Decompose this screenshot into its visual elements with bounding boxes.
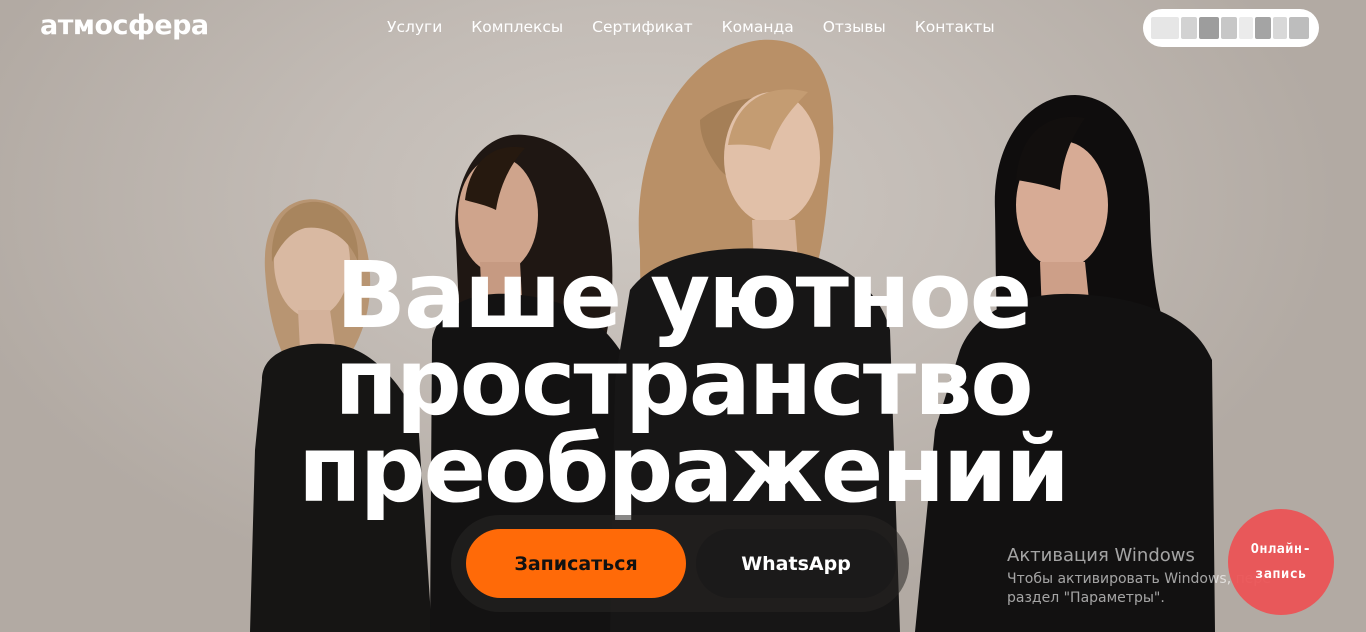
headline-line-1: Ваше уютное xyxy=(335,242,1032,349)
nav-reviews[interactable]: Отзывы xyxy=(823,18,886,36)
headline-line-2: пространство xyxy=(334,329,1033,436)
nav-contacts[interactable]: Контакты xyxy=(915,18,995,36)
nav-services[interactable]: Услуги xyxy=(387,18,442,36)
whatsapp-button[interactable]: WhatsApp xyxy=(696,529,896,598)
nav-packages[interactable]: Комплексы xyxy=(471,18,563,36)
headline-line-3: преображений xyxy=(298,416,1070,523)
main-nav: Услуги Комплексы Сертификат Команда Отзы… xyxy=(387,18,995,36)
site-header: атмосфера Услуги Комплексы Сертификат Ко… xyxy=(0,0,1366,56)
nav-certificate[interactable]: Сертификат xyxy=(592,18,693,36)
online-badge-line-1: Онлайн- xyxy=(1250,541,1312,557)
online-badge-line-2: запись xyxy=(1255,566,1307,582)
header-contact-pill[interactable] xyxy=(1143,9,1319,47)
nav-team[interactable]: Команда xyxy=(722,18,794,36)
watermark-line-2: раздел "Параметры". xyxy=(1007,590,1165,606)
online-booking-button[interactable]: Онлайн- запись xyxy=(1228,509,1334,615)
cta-group: Записаться WhatsApp xyxy=(451,515,909,612)
signup-button[interactable]: Записаться xyxy=(466,529,686,598)
site-logo[interactable]: атмосфера xyxy=(40,10,209,41)
hero-headline: Ваше уютное пространство преображений xyxy=(0,242,1366,523)
